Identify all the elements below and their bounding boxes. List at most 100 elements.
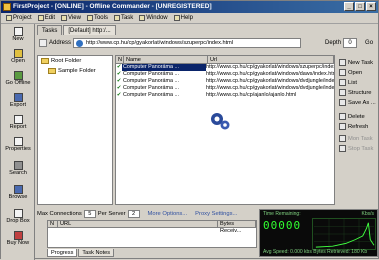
- close-button[interactable]: ×: [366, 2, 376, 11]
- window-icon: [139, 15, 146, 21]
- folder-tree: Root Folder Sample Folder: [37, 55, 113, 205]
- tab-default[interactable]: [Default] http:/...: [63, 25, 116, 35]
- address-input[interactable]: http://www.cp.hu/cp/gyakorlat/windows/sz…: [73, 38, 302, 48]
- col-bytes[interactable]: Bytes Receiv...: [218, 221, 256, 234]
- help-icon: [173, 15, 180, 21]
- task-tabs: Tasks [Default] http:/...: [37, 25, 116, 35]
- time-remaining-label: Time Remaining:: [263, 211, 301, 217]
- speed-status: Avg Speed: 0.000 kbs Bytes Retrieved: 18…: [263, 249, 368, 255]
- go-offline-icon: [13, 71, 23, 80]
- menu-tools[interactable]: Tools: [84, 15, 111, 21]
- report-icon: [13, 115, 23, 124]
- export-button[interactable]: Export: [2, 92, 34, 112]
- file-list-header: N Name Url: [116, 56, 334, 64]
- go-offline-button[interactable]: Go Offline: [2, 70, 34, 90]
- list-icon: [339, 79, 346, 86]
- task-icon: [113, 15, 120, 21]
- table-row[interactable]: ✔ Computer Panoráma ... http://www.cp.hu/c…: [116, 78, 334, 85]
- col-name[interactable]: Name: [124, 56, 208, 63]
- task-actions-panel: New Task Open List Structure Save As ...…: [337, 55, 379, 205]
- menu-bar: Project Edit View Tools Task Window Help: [1, 13, 378, 24]
- refresh-icon: [339, 123, 346, 130]
- table-row[interactable]: ✔ Computer Panoráma ... http://www.cp.hu/c…: [116, 92, 334, 99]
- mon-task-button[interactable]: Mon Task: [339, 135, 373, 142]
- connection-settings: Max Connections 5 Per Server 2 More Opti…: [37, 209, 257, 219]
- open-task-button[interactable]: Open: [339, 69, 362, 76]
- left-toolbar: New Open Go Offline Export Report Proper…: [1, 24, 35, 260]
- depth-input[interactable]: 0: [343, 38, 358, 48]
- folder-icon: [41, 58, 49, 64]
- menu-project[interactable]: Project: [3, 15, 35, 21]
- go-button[interactable]: Go: [365, 40, 373, 46]
- window-title: FirstProject - [ONLINE] - Offline Comman…: [13, 3, 212, 10]
- stop-task-button[interactable]: Stop Task: [339, 145, 373, 152]
- table-row[interactable]: ✔ Computer Panoráma ... http://www.cp.hu/c…: [116, 71, 334, 78]
- new-task-button[interactable]: New Task: [339, 59, 373, 66]
- menu-task[interactable]: Task: [111, 15, 136, 21]
- col-url[interactable]: Url: [208, 56, 334, 63]
- proxy-settings-link[interactable]: Proxy Settings...: [195, 211, 237, 217]
- download-list-header: N URL Bytes Receiv...: [48, 221, 256, 234]
- structure-button[interactable]: Structure: [339, 89, 372, 96]
- more-options-link[interactable]: More Options...: [148, 211, 188, 217]
- title-bar: FirstProject - [ONLINE] - Offline Comman…: [1, 1, 378, 13]
- buy-now-button[interactable]: Buy Now: [2, 230, 34, 250]
- menu-help[interactable]: Help: [171, 15, 196, 21]
- col-url[interactable]: URL: [58, 221, 218, 227]
- delete-icon: [339, 113, 346, 120]
- save-as-button[interactable]: Save As ...: [339, 99, 376, 106]
- per-server-label: Per Server: [97, 211, 126, 217]
- maximize-button[interactable]: □: [355, 2, 365, 11]
- app-icon: [3, 3, 11, 11]
- table-row[interactable]: ✔ Computer Panoráma ... http://www.cp.hu/c…: [116, 64, 334, 71]
- properties-button[interactable]: Properties: [2, 136, 34, 156]
- speed-graph: [312, 218, 376, 250]
- tab-tasks[interactable]: Tasks: [37, 25, 63, 35]
- tree-item-root[interactable]: Root Folder: [41, 58, 81, 64]
- address-bar: Address http://www.cp.hu/cp/gyakorlat/wi…: [37, 36, 378, 50]
- menu-view[interactable]: View: [58, 15, 84, 21]
- new-button[interactable]: New: [2, 26, 34, 46]
- minimize-button[interactable]: _: [344, 2, 354, 11]
- mon-task-icon: [339, 135, 346, 142]
- lower-tabs: Progress Task Notes: [47, 249, 115, 257]
- view-icon: [61, 15, 68, 21]
- menu-window[interactable]: Window: [136, 15, 170, 21]
- new-task-icon: [339, 59, 346, 66]
- structure-icon: [339, 89, 346, 96]
- table-row[interactable]: ✔ Computer Panoráma ... http://www.cp.hu/c…: [116, 85, 334, 92]
- download-list: N URL Bytes Receiv...: [47, 220, 257, 248]
- col-n[interactable]: N: [116, 56, 124, 63]
- search-button[interactable]: Search: [2, 160, 34, 180]
- open-button[interactable]: Open: [2, 48, 34, 68]
- download-monitor: Time Remaining: Kbs/s 00000 Avg Speed: 0…: [259, 209, 378, 257]
- open-folder-icon: [13, 49, 23, 58]
- max-connections-input[interactable]: 5: [83, 210, 96, 218]
- menu-edit[interactable]: Edit: [35, 15, 58, 21]
- project-icon: [6, 15, 12, 21]
- browse-button[interactable]: Browse: [2, 184, 34, 204]
- max-connections-label: Max Connections: [37, 211, 82, 217]
- properties-icon: [13, 137, 23, 146]
- drop-box-icon: [13, 209, 23, 218]
- gears-icon: [211, 113, 230, 130]
- refresh-button[interactable]: Refresh: [339, 123, 368, 130]
- edit-icon: [37, 15, 44, 21]
- tab-progress[interactable]: Progress: [47, 249, 78, 257]
- window-controls: _ □ ×: [344, 2, 376, 11]
- address-label: Address: [49, 40, 72, 46]
- report-button[interactable]: Report: [2, 114, 34, 134]
- drop-box-button[interactable]: Drop Box: [2, 208, 34, 228]
- depth-label: Depth: [325, 40, 342, 46]
- col-n[interactable]: N: [48, 221, 58, 227]
- export-icon: [13, 93, 23, 102]
- open-icon: [339, 69, 346, 76]
- delete-button[interactable]: Delete: [339, 113, 365, 120]
- tab-task-notes[interactable]: Task Notes: [78, 249, 115, 257]
- per-server-input[interactable]: 2: [127, 210, 140, 218]
- graph-label: Kbs/s: [361, 211, 374, 217]
- list-button[interactable]: List: [339, 79, 357, 86]
- tools-icon: [86, 15, 93, 21]
- tree-item-sample[interactable]: Sample Folder: [48, 68, 96, 74]
- search-icon: [13, 161, 23, 170]
